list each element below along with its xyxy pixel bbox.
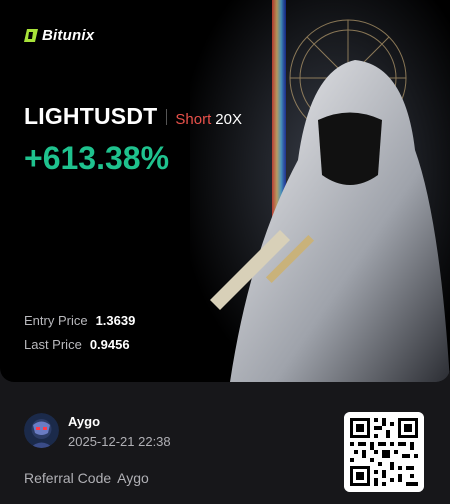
share-card: Bitunix LIGHTUSDT Short 20X +613.38% Ent…: [0, 0, 450, 382]
divider: [166, 108, 168, 125]
referral-code: Aygo: [117, 470, 149, 486]
entry-price-value: 1.3639: [95, 313, 136, 328]
pnl-percent: +613.38%: [24, 140, 170, 176]
entry-price-label: Entry Price: [24, 313, 88, 328]
leverage: 20X: [215, 111, 242, 128]
knight-hero-image: [190, 0, 450, 382]
avatar: [24, 413, 59, 448]
qr-code: [344, 412, 424, 492]
bitunix-logo-icon: [24, 29, 38, 42]
referral-row: Referral Code Aygo: [24, 470, 149, 486]
position-side: Short: [175, 111, 212, 128]
brand-name: Bitunix: [42, 27, 95, 44]
last-price-row: Last Price 0.9456: [24, 337, 130, 352]
entry-price-row: Entry Price 1.3639: [24, 313, 135, 328]
referral-label: Referral Code: [24, 470, 112, 486]
last-price-label: Last Price: [24, 337, 82, 352]
trading-pair: LIGHTUSDT: [24, 103, 158, 129]
position-header: LIGHTUSDT Short 20X: [24, 103, 242, 130]
username: Aygo: [68, 414, 101, 429]
timestamp: 2025-12-21 22:38: [68, 434, 171, 449]
last-price-value: 0.9456: [89, 337, 130, 352]
bitunix-logo: Bitunix: [24, 27, 94, 44]
